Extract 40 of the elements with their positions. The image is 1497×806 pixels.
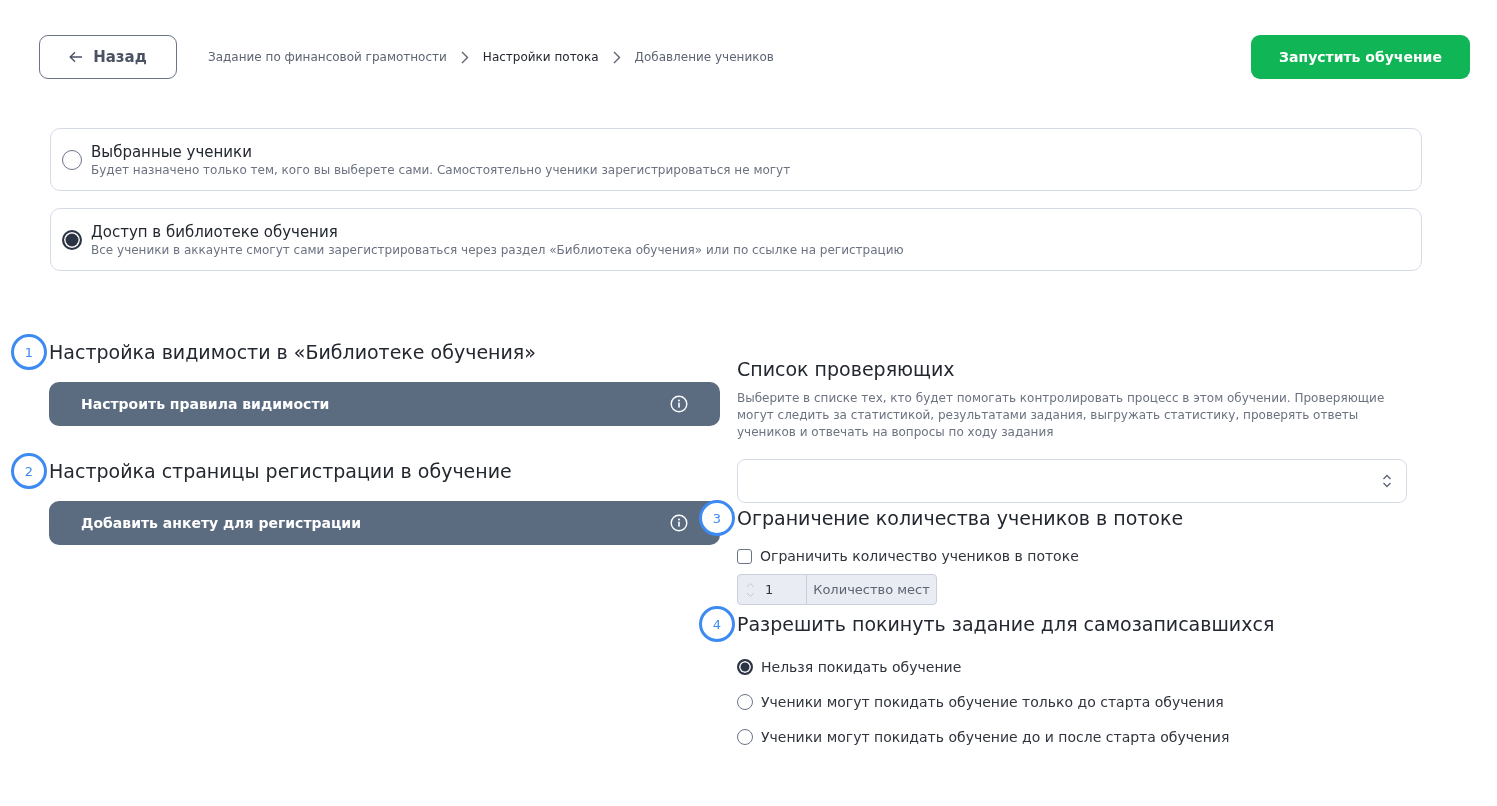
section-title: Список проверяющих <box>737 357 956 382</box>
radio-button[interactable] <box>737 659 753 675</box>
step-number-marker: 1 <box>11 334 47 370</box>
option-title: Выбранные ученики <box>91 141 253 162</box>
seats-value: 1 <box>765 582 774 597</box>
arrow-left-icon <box>69 51 84 63</box>
breadcrumb-link[interactable]: Задание по финансовой грамотности <box>208 50 447 64</box>
section-title: Разрешить покинуть задание для самозаписавшихся <box>737 612 1276 637</box>
spinner-arrows-icon <box>746 580 755 599</box>
up-down-chevron-icon <box>1382 474 1392 488</box>
radio-button[interactable] <box>737 729 753 745</box>
chevron-right-icon <box>460 50 469 64</box>
access-option-card[interactable]: Выбранные ученики Будет назначено только тем, кого вы выберете сами. Самостоятельно ученики зарегистрироваться не могут <box>50 128 1422 191</box>
step-number-marker: 4 <box>699 606 735 642</box>
access-option-card[interactable]: Доступ в библиотеке обучения Все ученики в аккаунте смогут сами зарегистрироваться через раздел «Библиотека обучения» или по ссылке на регистрацию <box>50 208 1422 271</box>
radio-label: Ученики могут покидать обучение до и после старта обучения <box>761 729 1230 745</box>
info-icon <box>670 395 688 413</box>
section-title: Настройка видимости в «Библиотеке обучения» <box>49 340 537 365</box>
reviewers-description: Выберите в списке тех, кто будет помогать контролировать процесс в этом обучении. Проверяющие могут следить за статистикой, результатами задания, выгружать статистику, проверять ответы учеников и отвечать на вопросы по ходу задания <box>737 390 1386 441</box>
checkbox[interactable] <box>737 548 752 564</box>
option-description: Все ученики в аккаунте смогут сами зарегистрироваться через раздел «Библиотека обучения» или по ссылке на регистрацию <box>91 241 904 258</box>
radio-button[interactable] <box>62 229 82 250</box>
chevron-right-icon <box>612 50 621 64</box>
section-title: Ограничение количества учеников в потоке <box>737 506 1185 531</box>
checkbox-label: Ограничить количество учеников в потоке <box>760 548 1079 564</box>
step-number-marker: 2 <box>11 453 47 489</box>
radio-button[interactable] <box>62 149 82 170</box>
step-number-marker: 3 <box>699 500 735 536</box>
radio-label: Ученики могут покидать обучение только до старта обучения <box>761 694 1224 710</box>
radio-label: Нельзя покидать обучение <box>761 659 962 675</box>
breadcrumb-link[interactable]: Настройки потока <box>482 50 599 64</box>
radio-button[interactable] <box>737 694 753 710</box>
settings-button[interactable]: Настроить правила видимости <box>49 382 720 426</box>
section-title: Настройка страницы регистрации в обучение <box>49 459 513 484</box>
option-description: Будет назначено только тем, кого вы выберете сами. Самостоятельно ученики зарегистрироваться не могут <box>91 161 791 178</box>
info-icon <box>670 514 688 532</box>
back-button[interactable]: Назад <box>39 35 177 79</box>
seats-addon-label: Количество мест <box>812 581 931 599</box>
option-title: Доступ в библиотеке обучения <box>91 221 339 242</box>
breadcrumb-link[interactable]: Добавление учеников <box>634 50 774 64</box>
